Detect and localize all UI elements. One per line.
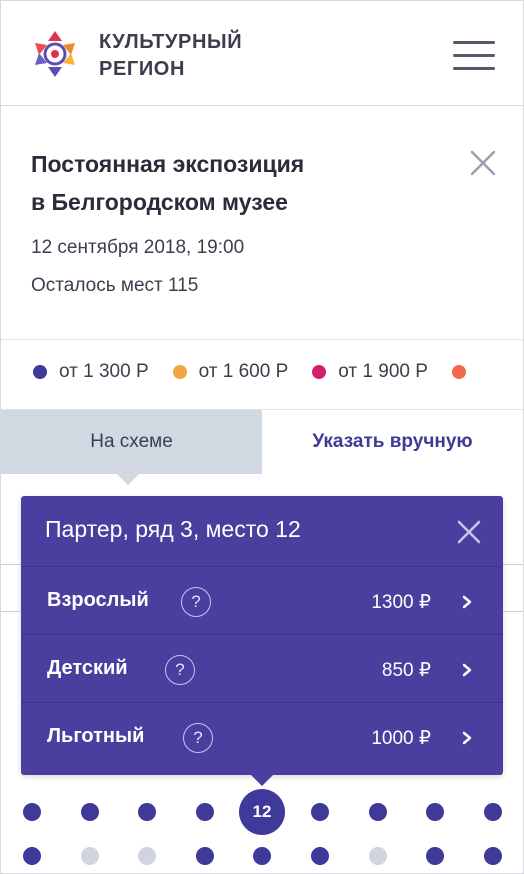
flower-logo-icon[interactable] — [31, 29, 79, 79]
seat-available[interactable] — [196, 847, 214, 865]
event-title: Постоянная экспозиция в Белгородском муз… — [31, 145, 431, 221]
divider — [1, 339, 523, 340]
brand-name[interactable]: КУЛЬТУРНЫЙ РЕГИОН — [99, 29, 242, 83]
seat-available[interactable] — [138, 803, 156, 821]
price-label: от 1 300 Р — [59, 361, 149, 382]
price-filter-item[interactable]: от 1 600 Р — [172, 361, 289, 383]
seat-available[interactable] — [311, 847, 329, 865]
popup-pointer — [251, 775, 273, 786]
ticket-price: 1000 ₽ — [371, 728, 431, 749]
popup-title: Партер, ряд 3, место 12 — [45, 516, 301, 542]
seat-available[interactable] — [426, 803, 444, 821]
price-label: от 1 600 Р — [198, 361, 289, 382]
price-label: от 1 900 Р — [338, 361, 428, 382]
seat-available[interactable] — [23, 847, 41, 865]
seat-available[interactable] — [81, 803, 99, 821]
close-icon[interactable] — [455, 518, 483, 546]
chevron-right-icon — [462, 731, 472, 745]
question-circle-icon[interactable]: ? — [181, 587, 211, 617]
price-color-dot — [312, 365, 327, 379]
ticket-price: 1300 ₽ — [371, 592, 431, 613]
price-legend: от 1 300 Р от 1 600 Р от 1 900 Р — [33, 361, 502, 391]
seat-available[interactable] — [426, 847, 444, 865]
tab-scheme[interactable]: На схеме — [1, 410, 262, 474]
tab-active-pointer — [117, 474, 139, 485]
brand-line-2: РЕГИОН — [99, 58, 185, 80]
seat-unavailable — [369, 847, 387, 865]
seat-unavailable — [138, 847, 156, 865]
price-filter-item[interactable] — [451, 365, 478, 379]
event-title-line-2: в Белгородском музее — [31, 189, 288, 215]
ticket-type-row[interactable]: Детский? 850 ₽ — [21, 634, 503, 703]
hamburger-menu-icon[interactable] — [453, 39, 497, 73]
view-tabs: На схеме Указать вручную — [1, 410, 523, 474]
seat-available[interactable] — [196, 803, 214, 821]
ticket-type-name: Детский — [47, 657, 128, 679]
close-icon[interactable] — [469, 149, 497, 177]
tab-manual[interactable]: Указать вручную — [262, 410, 523, 474]
seat-unavailable — [81, 847, 99, 865]
seats-left: Осталось мест 115 — [31, 275, 199, 296]
question-circle-icon[interactable]: ? — [183, 723, 213, 753]
seat-available[interactable] — [23, 803, 41, 821]
question-circle-icon[interactable]: ? — [165, 655, 195, 685]
price-filter-item[interactable]: от 1 300 Р — [33, 361, 149, 383]
seat-available[interactable] — [484, 847, 502, 865]
event-title-line-1: Постоянная экспозиция — [31, 151, 305, 177]
seat-available[interactable] — [253, 847, 271, 865]
header: КУЛЬТУРНЫЙ РЕГИОН — [1, 1, 523, 106]
ticket-type-name: Льготный — [47, 725, 145, 747]
ticket-price: 850 ₽ — [381, 660, 431, 681]
seat-available[interactable] — [311, 803, 329, 821]
seat-available[interactable] — [369, 803, 387, 821]
chevron-right-icon — [462, 595, 472, 609]
app-frame: КУЛЬТУРНЫЙ РЕГИОН Постоянная экспозиция … — [0, 0, 524, 874]
price-filter-item[interactable]: от 1 900 Р — [312, 361, 428, 383]
price-color-dot — [451, 365, 466, 379]
brand-line-1: КУЛЬТУРНЫЙ — [99, 31, 243, 53]
event-datetime: 12 сентября 2018, 19:00 — [31, 237, 245, 258]
chevron-right-icon — [462, 663, 472, 677]
seat-selected[interactable]: 12 — [239, 789, 285, 835]
ticket-type-row[interactable]: Льготный? 1000 ₽ — [21, 702, 503, 771]
price-color-dot — [33, 365, 47, 379]
seat-popup: Партер, ряд 3, место 12 Взрослый? 1300 ₽ Д… — [21, 496, 503, 775]
seat-available[interactable] — [484, 803, 502, 821]
ticket-type-name: Взрослый — [47, 589, 149, 611]
price-color-dot — [172, 365, 187, 379]
ticket-type-row[interactable]: Взрослый? 1300 ₽ — [21, 566, 503, 635]
